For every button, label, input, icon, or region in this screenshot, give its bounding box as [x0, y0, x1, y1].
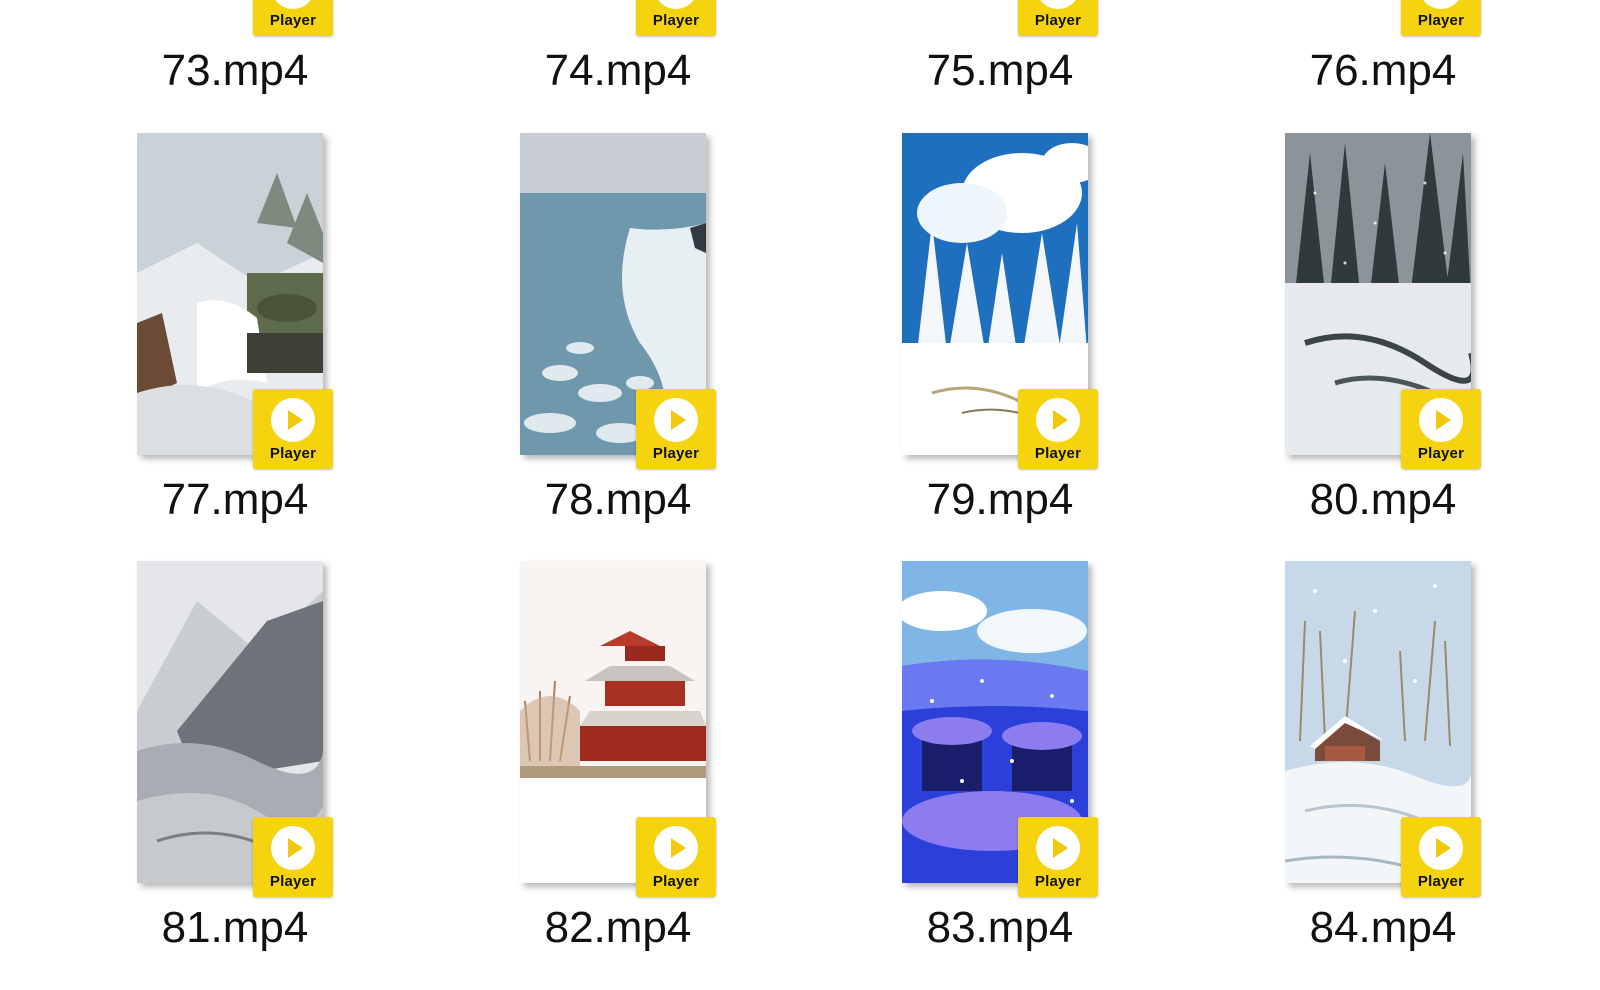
player-badge[interactable]: Player: [253, 389, 333, 469]
play-icon: [271, 398, 315, 442]
player-badge[interactable]: Player: [1018, 817, 1098, 897]
play-icon: [654, 0, 698, 9]
file-item-73[interactable]: Player 73.mp4: [137, 0, 417, 95]
file-item-78[interactable]: Player 78.mp4: [520, 133, 800, 553]
player-badge[interactable]: Player: [636, 389, 716, 469]
player-badge[interactable]: Player: [1401, 0, 1481, 36]
file-name: 77.mp4: [161, 475, 309, 524]
file-item-79[interactable]: Player 79.mp4: [902, 133, 1182, 553]
play-icon: [654, 398, 698, 442]
file-name: 75.mp4: [926, 46, 1074, 95]
file-item-83[interactable]: Player 83.mp4: [902, 561, 1182, 981]
player-badge[interactable]: Player: [253, 817, 333, 897]
play-icon: [1419, 398, 1463, 442]
file-name: 79.mp4: [926, 475, 1074, 524]
file-item-80[interactable]: Player 80.mp4: [1285, 133, 1565, 553]
play-icon: [654, 826, 698, 870]
player-badge[interactable]: Player: [636, 0, 716, 36]
file-item-77[interactable]: Player 77.mp4: [137, 133, 417, 553]
play-icon: [1419, 0, 1463, 9]
file-item-74[interactable]: Player 74.mp4: [520, 0, 800, 95]
player-badge[interactable]: Player: [1401, 817, 1481, 897]
file-name: 74.mp4: [544, 46, 692, 95]
play-icon: [1036, 826, 1080, 870]
file-item-84[interactable]: Player 84.mp4: [1285, 561, 1565, 981]
file-name: 82.mp4: [544, 903, 692, 952]
play-icon: [1036, 0, 1080, 9]
play-icon: [1036, 398, 1080, 442]
player-badge[interactable]: Player: [1018, 389, 1098, 469]
player-badge[interactable]: Player: [636, 817, 716, 897]
file-item-75[interactable]: Player 75.mp4: [902, 0, 1182, 95]
file-item-82[interactable]: Player 82.mp4: [520, 561, 800, 981]
play-icon: [271, 826, 315, 870]
file-name: 76.mp4: [1309, 46, 1457, 95]
file-item-81[interactable]: Player 81.mp4: [137, 561, 417, 981]
play-icon: [1419, 826, 1463, 870]
file-grid: Player 73.mp4 Player 74.mp4 Player 75.mp…: [0, 0, 1600, 990]
file-name: 80.mp4: [1309, 475, 1457, 524]
play-icon: [271, 0, 315, 9]
file-name: 73.mp4: [161, 46, 309, 95]
file-name: 84.mp4: [1309, 903, 1457, 952]
file-name: 78.mp4: [544, 475, 692, 524]
file-name: 81.mp4: [161, 903, 309, 952]
player-badge[interactable]: Player: [1401, 389, 1481, 469]
file-name: 83.mp4: [926, 903, 1074, 952]
player-badge[interactable]: Player: [1018, 0, 1098, 36]
player-badge[interactable]: Player: [253, 0, 333, 36]
file-item-76[interactable]: Player 76.mp4: [1285, 0, 1565, 95]
